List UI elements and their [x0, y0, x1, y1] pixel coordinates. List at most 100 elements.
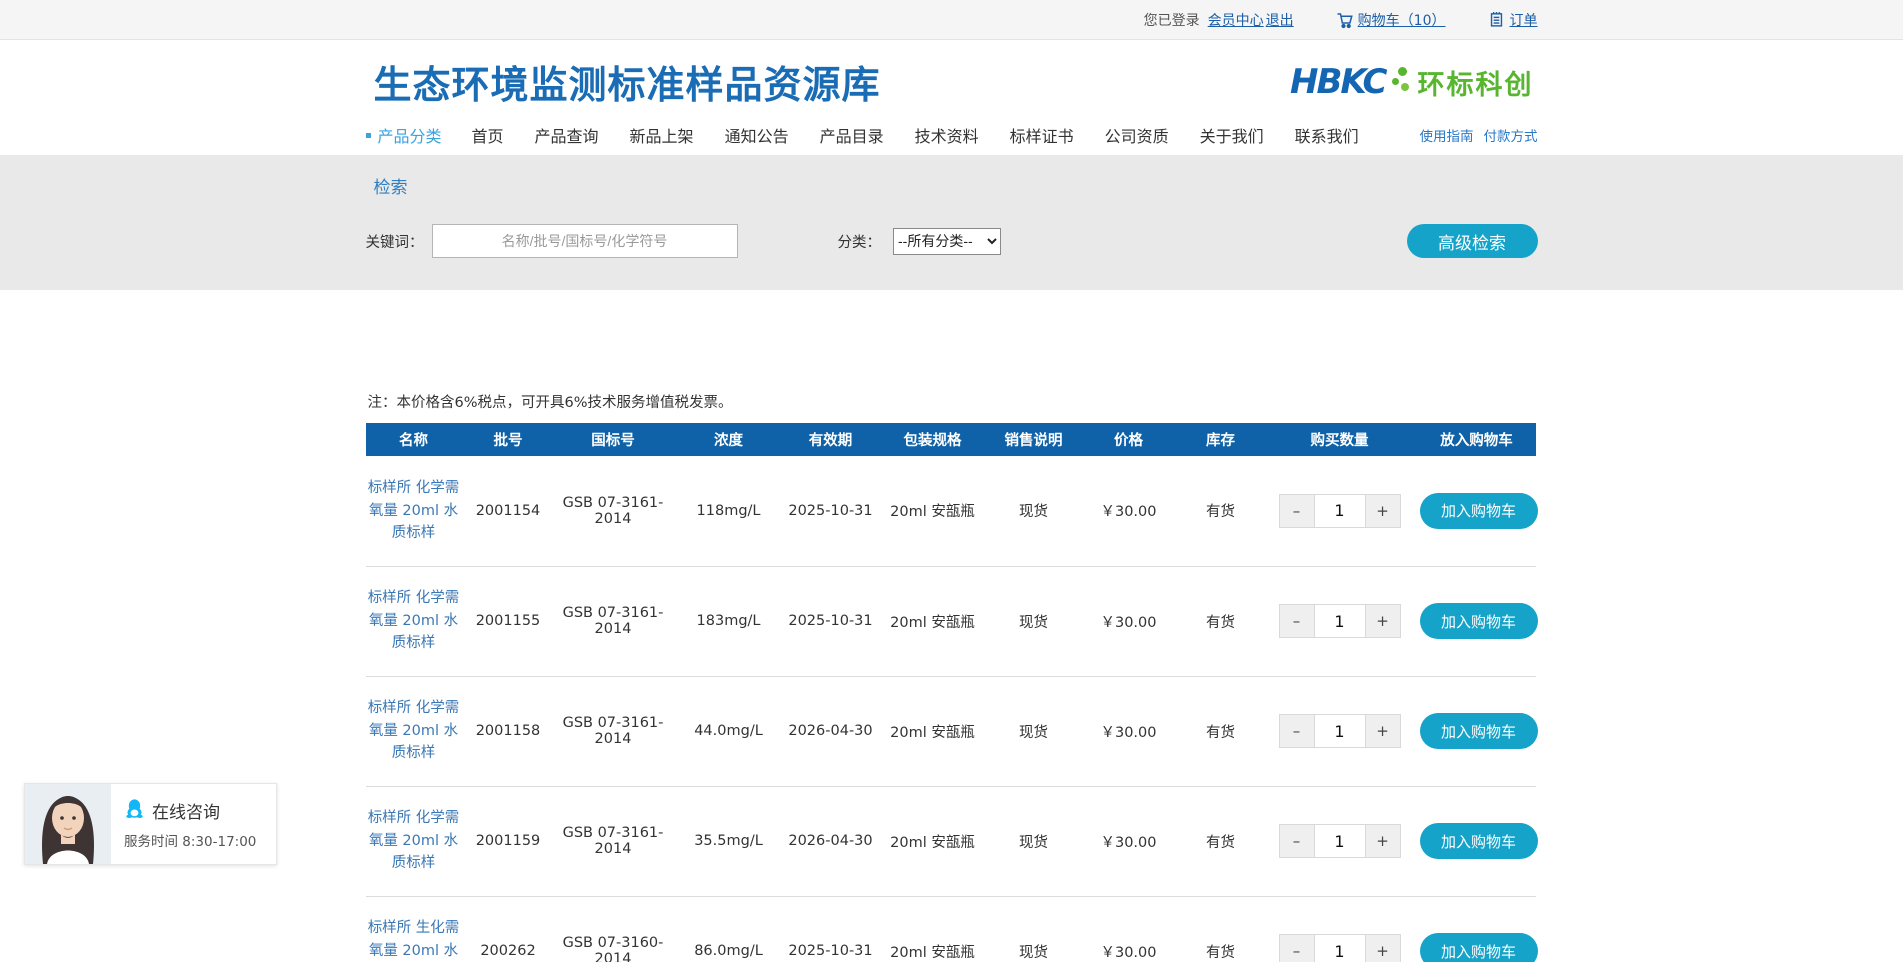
package-cell: 20ml 安瓿瓶: [876, 456, 990, 566]
concentration-cell: 44.0mg/L: [672, 676, 786, 786]
logout-link[interactable]: 退出: [1266, 10, 1294, 30]
stock-cell: 有货: [1180, 456, 1262, 566]
sale-note-cell: 现货: [990, 786, 1078, 896]
nav-item-product-category[interactable]: 产品分类: [366, 123, 442, 147]
tax-note: 注：本价格含6%税点，可开具6%技术服务增值税发票。: [368, 391, 1538, 412]
col-header-gb-no: 国标号: [555, 423, 672, 456]
col-header-batch: 批号: [462, 423, 555, 456]
col-header-package: 包装规格: [876, 423, 990, 456]
add-to-cart-button[interactable]: 加入购物车: [1420, 823, 1538, 859]
batch-cell: 2001155: [462, 566, 555, 676]
products-table: 名称 批号 国标号 浓度 有效期 包装规格 销售说明 价格 库存 购买数量 放入…: [366, 423, 1536, 962]
brand-name: 环标科创: [1418, 63, 1534, 102]
quantity-value[interactable]: 1: [1314, 715, 1366, 747]
nav-item-product-catalog[interactable]: 产品目录: [820, 123, 884, 147]
nav-item-home[interactable]: 首页: [472, 123, 504, 147]
quantity-value[interactable]: 1: [1314, 495, 1366, 527]
concentration-cell: 35.5mg/L: [672, 786, 786, 896]
table-row: 标样所 化学需氧量 20ml 水质标样 2001155 GSB 07-3161-…: [366, 566, 1536, 676]
quantity-decrease-button[interactable]: –: [1280, 605, 1314, 637]
expiry-cell: 2026-04-30: [786, 786, 876, 896]
nav-item-new-arrivals[interactable]: 新品上架: [630, 123, 694, 147]
keyword-input[interactable]: [432, 224, 738, 258]
add-to-cart-button[interactable]: 加入购物车: [1420, 603, 1538, 639]
add-to-cart-button[interactable]: 加入购物车: [1420, 933, 1538, 962]
nav-item-qualifications[interactable]: 公司资质: [1105, 123, 1169, 147]
expiry-cell: 2025-10-31: [786, 456, 876, 566]
quantity-increase-button[interactable]: +: [1366, 715, 1400, 747]
col-header-stock: 库存: [1180, 423, 1262, 456]
user-guide-link[interactable]: 使用指南: [1420, 125, 1474, 145]
quantity-decrease-button[interactable]: –: [1280, 935, 1314, 962]
orders-link[interactable]: 订单: [1510, 10, 1538, 30]
nav-item-product-search[interactable]: 产品查询: [535, 123, 599, 147]
brand-abbr: HBKC: [1290, 62, 1386, 102]
quantity-decrease-button[interactable]: –: [1280, 825, 1314, 857]
quantity-decrease-button[interactable]: –: [1280, 495, 1314, 527]
table-row: 标样所 化学需氧量 20ml 水质标样 2001159 GSB 07-3161-…: [366, 786, 1536, 896]
col-header-quantity: 购买数量: [1262, 423, 1418, 456]
product-name-link[interactable]: 标样所 化学需氧量 20ml 水质标样: [368, 697, 460, 764]
col-header-concentration: 浓度: [672, 423, 786, 456]
add-to-cart-button[interactable]: 加入购物车: [1420, 493, 1538, 529]
nav-item-technical-docs[interactable]: 技术资料: [915, 123, 979, 147]
cart-icon: [1336, 11, 1354, 29]
col-header-expiry: 有效期: [786, 423, 876, 456]
product-name-link[interactable]: 标样所 生化需氧量 20ml 水质标样: [368, 917, 460, 962]
concentration-cell: 86.0mg/L: [672, 896, 786, 962]
gb-no-cell: GSB 07-3161-2014: [555, 786, 672, 896]
company-logo: HBKC 环标科创: [1290, 62, 1534, 102]
package-cell: 20ml 安瓿瓶: [876, 896, 990, 962]
quantity-increase-button[interactable]: +: [1366, 495, 1400, 527]
qq-penguin-icon: [124, 798, 145, 823]
product-name-link[interactable]: 标样所 化学需氧量 20ml 水质标样: [368, 587, 460, 654]
bullet-icon: [366, 133, 371, 138]
gb-no-cell: GSB 07-3160-2014: [555, 896, 672, 962]
add-to-cart-button[interactable]: 加入购物车: [1420, 713, 1538, 749]
member-center-link[interactable]: 会员中心: [1208, 10, 1264, 30]
sale-note-cell: 现货: [990, 456, 1078, 566]
package-cell: 20ml 安瓿瓶: [876, 786, 990, 896]
nav-item-certificates[interactable]: 标样证书: [1010, 123, 1074, 147]
cart-link[interactable]: 购物车（10）: [1358, 10, 1446, 30]
price-cell: ￥30.00: [1078, 456, 1180, 566]
quantity-stepper: – 1 +: [1279, 604, 1401, 638]
quantity-stepper: – 1 +: [1279, 714, 1401, 748]
quantity-stepper: – 1 +: [1279, 494, 1401, 528]
table-row: 标样所 生化需氧量 20ml 水质标样 200262 GSB 07-3160-2…: [366, 896, 1536, 962]
product-name-link[interactable]: 标样所 化学需氧量 20ml 水质标样: [368, 477, 460, 544]
product-name-link[interactable]: 标样所 化学需氧量 20ml 水质标样: [368, 807, 460, 874]
online-chat-widget[interactable]: 在线咨询 服务时间 8:30-17:00: [24, 783, 277, 865]
advanced-search-button[interactable]: 高级检索: [1407, 224, 1538, 258]
batch-cell: 200262: [462, 896, 555, 962]
quantity-decrease-button[interactable]: –: [1280, 715, 1314, 747]
nav-item-announcements[interactable]: 通知公告: [725, 123, 789, 147]
nav-item-contact-us[interactable]: 联系我们: [1295, 123, 1359, 147]
quantity-stepper: – 1 +: [1279, 934, 1401, 962]
quantity-increase-button[interactable]: +: [1366, 605, 1400, 637]
price-cell: ￥30.00: [1078, 896, 1180, 962]
batch-cell: 2001154: [462, 456, 555, 566]
nav-item-about-us[interactable]: 关于我们: [1200, 123, 1264, 147]
topbar: 您已登录 会员中心 退出 购物车（10） 订单: [0, 0, 1903, 40]
stock-cell: 有货: [1180, 676, 1262, 786]
quantity-increase-button[interactable]: +: [1366, 825, 1400, 857]
header: 生态环境监测标准样品资源库 HBKC 环标科创 产品分类 首页 产品查询 新品上…: [0, 40, 1903, 155]
quantity-value[interactable]: 1: [1314, 935, 1366, 962]
package-cell: 20ml 安瓿瓶: [876, 566, 990, 676]
gb-no-cell: GSB 07-3161-2014: [555, 566, 672, 676]
chat-title: 在线咨询: [152, 798, 220, 823]
concentration-cell: 183mg/L: [672, 566, 786, 676]
sale-note-cell: 现货: [990, 896, 1078, 962]
table-row: 标样所 化学需氧量 20ml 水质标样 2001154 GSB 07-3161-…: [366, 456, 1536, 566]
price-cell: ￥30.00: [1078, 676, 1180, 786]
quantity-increase-button[interactable]: +: [1366, 935, 1400, 962]
sale-note-cell: 现货: [990, 566, 1078, 676]
quantity-value[interactable]: 1: [1314, 605, 1366, 637]
category-select[interactable]: --所有分类--: [893, 228, 1001, 255]
quantity-value[interactable]: 1: [1314, 825, 1366, 857]
search-section: 检索 关键词： 分类： --所有分类-- 高级检索: [0, 155, 1903, 290]
search-section-title: 检索: [374, 173, 1538, 198]
payment-methods-link[interactable]: 付款方式: [1484, 125, 1538, 145]
stock-cell: 有货: [1180, 566, 1262, 676]
